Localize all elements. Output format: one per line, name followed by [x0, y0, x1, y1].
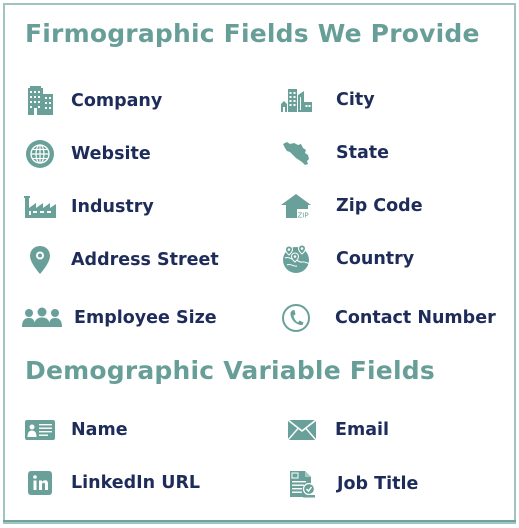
- field-label: City: [336, 90, 375, 110]
- envelope-icon: [284, 414, 320, 446]
- people-group-icon: [22, 302, 62, 334]
- field-label: Employee Size: [74, 308, 217, 328]
- phone-circle-icon: [278, 302, 314, 334]
- demographic-section-title: Demographic Variable Fields: [25, 356, 435, 385]
- field-employee-size: Employee Size: [22, 302, 217, 334]
- id-card-icon: [22, 414, 58, 446]
- field-label: Job Title: [337, 474, 419, 494]
- field-email: Email: [284, 414, 389, 446]
- field-job-title: Job Title: [284, 468, 418, 500]
- field-industry: Industry: [22, 191, 154, 223]
- field-label: Website: [71, 144, 151, 164]
- field-contact-number: Contact Number: [278, 302, 496, 334]
- firmographic-section-title: Firmographic Fields We Provide: [25, 19, 480, 48]
- field-label: State: [336, 143, 390, 163]
- field-label: Contact Number: [335, 308, 496, 328]
- linkedin-icon: [22, 467, 58, 499]
- field-label: Address Street: [71, 250, 219, 270]
- state-map-icon: [278, 137, 314, 169]
- job-document-icon: [284, 468, 320, 500]
- field-label: Zip Code: [336, 196, 423, 216]
- field-label: Country: [336, 249, 415, 269]
- svg-text:ZIP: ZIP: [298, 212, 309, 220]
- field-label: LinkedIn URL: [71, 473, 201, 493]
- city-skyline-icon: [278, 84, 314, 116]
- field-label: Name: [71, 420, 128, 440]
- factory-icon: [22, 191, 58, 223]
- field-city: City: [278, 84, 375, 116]
- field-linkedin-url: LinkedIn URL: [22, 467, 200, 499]
- field-name: Name: [22, 414, 128, 446]
- field-zip-code: ZIP Zip Code: [278, 190, 423, 222]
- location-pin-icon: [22, 244, 58, 276]
- globe-pins-icon: [278, 243, 314, 275]
- field-address-street: Address Street: [22, 244, 219, 276]
- buildings-icon: [22, 85, 58, 117]
- zip-house-icon: ZIP: [278, 190, 314, 222]
- field-website: Website: [22, 138, 151, 170]
- field-country: Country: [278, 243, 414, 275]
- globe-icon: [22, 138, 58, 170]
- field-label: Email: [335, 420, 389, 440]
- card-border-bottom: [3, 520, 516, 522]
- field-label: Industry: [71, 197, 154, 217]
- field-label: Company: [71, 91, 163, 111]
- field-company: Company: [22, 85, 162, 117]
- field-state: State: [278, 137, 389, 169]
